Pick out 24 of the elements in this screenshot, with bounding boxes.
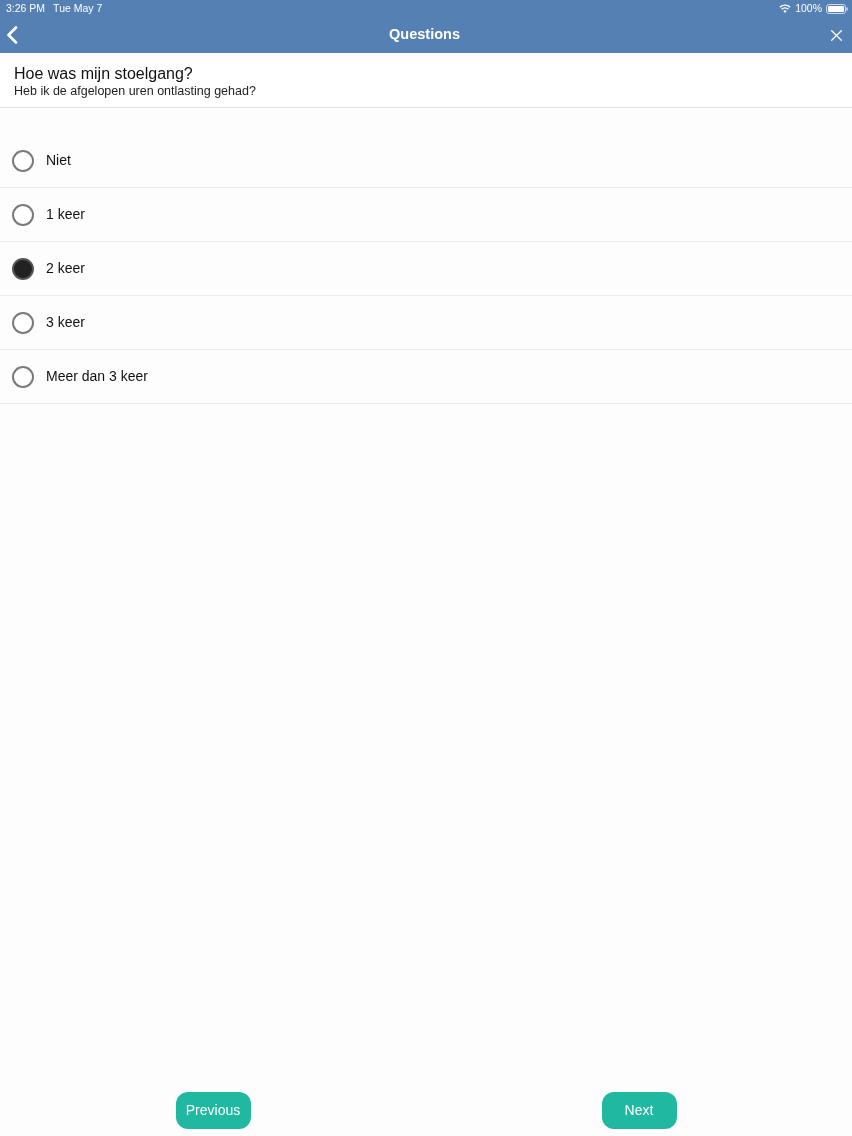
radio-button[interactable] — [12, 311, 34, 334]
battery-icon — [826, 3, 848, 14]
option-label: 2 keer — [46, 259, 85, 278]
back-icon — [6, 26, 18, 44]
close-button[interactable] — [831, 29, 842, 41]
question-subtitle: Heb ik de afgelopen uren ontlasting gehad? — [14, 83, 257, 99]
option-label: Meer dan 3 keer — [46, 367, 148, 386]
back-button[interactable] — [6, 26, 18, 44]
radio-button[interactable] — [12, 149, 34, 172]
previous-button[interactable]: Previous — [175, 1092, 251, 1129]
nav-title: Questions — [388, 25, 461, 45]
next-button[interactable]: Next — [601, 1092, 677, 1129]
status-date: Tue May 7 — [53, 0, 103, 16]
status-time: 3:26 PM — [6, 0, 46, 16]
radio-button[interactable] — [12, 203, 34, 226]
option-label: 3 keer — [46, 313, 85, 332]
wifi-icon — [779, 4, 792, 13]
battery-percent: 100% — [795, 0, 822, 16]
question-title: Hoe was mijn stoelgang? — [14, 64, 194, 83]
option-label: 1 keer — [46, 205, 85, 224]
radio-button[interactable] — [12, 365, 34, 388]
close-icon — [831, 29, 842, 41]
radio-button[interactable] — [12, 257, 34, 280]
option-label: Niet — [46, 151, 71, 170]
